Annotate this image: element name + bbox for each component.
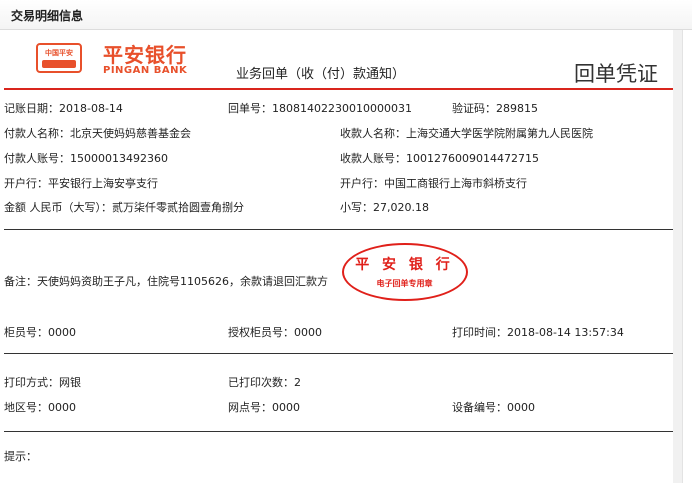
booking-date: 记账日期：2018-08-14 [4,102,123,115]
header-divider [4,88,679,90]
section-divider [4,353,679,354]
seal-line-1: 平 安 银 行 [355,257,454,273]
bank-seal-icon: 平 安 银 行 电子回单专用章 [342,243,468,301]
logo-bar [42,60,76,68]
payee-name: 收款人名称：上海交通大学医学院附属第九人民医院 [340,127,593,140]
panel-title: 交易明细信息 [11,9,84,23]
authorized-teller-number: 授权柜员号：0000 [228,326,322,339]
hint-label: 提示： [4,450,37,463]
section-divider [4,431,679,432]
remark: 备注：天使妈妈资助王子凡，住院号1105626，余款请退回汇款方 [4,275,328,288]
payer-bank: 开户行：平安银行上海安亭支行 [4,177,158,190]
verify-code: 验证码：289815 [452,102,538,115]
print-time: 打印时间：2018-08-14 13:57:34 [452,326,624,339]
bank-name-cn: 平安银行 [103,43,187,67]
payee-bank: 开户行：中国工商银行上海市斜桥支行 [340,177,527,190]
branch-number: 网点号：0000 [228,401,300,414]
print-count: 已打印次数：2 [228,376,301,389]
amount-words: 金额 人民币（大写）：贰万柒仟零贰拾圆壹角捌分 [4,201,244,214]
section-divider [4,229,679,230]
print-method: 打印方式：网银 [4,376,81,389]
logo-text: 中国平安 [45,49,73,57]
teller-number: 柜员号：0000 [4,326,76,339]
panel-header: 交易明细信息 [0,0,692,30]
payer-account: 付款人账号：15000013492360 [4,152,168,165]
receipt-voucher: 中国平安 平安银行 PINGAN BANK 业务回单（收（付）款通知） 回单凭证… [0,30,683,483]
payee-account: 收款人账号：1001276009014472715 [340,152,539,165]
bank-name-en: PINGAN BANK [103,65,188,76]
seal-line-2: 电子回单专用章 [376,279,433,288]
voucher-title: 回单凭证 [574,62,658,86]
area-number: 地区号：0000 [4,401,76,414]
receipt-notice: 业务回单（收（付）款通知） [236,67,406,82]
scrollbar[interactable] [673,30,682,483]
device-number: 设备编号：0000 [452,401,535,414]
pingan-logo-icon: 中国平安 [36,43,82,73]
receipt-number: 回单号：18081402230010000031 [228,102,412,115]
amount-small: 小写：27,020.18 [340,201,429,214]
payer-name: 付款人名称：北京天使妈妈慈善基金会 [4,127,191,140]
